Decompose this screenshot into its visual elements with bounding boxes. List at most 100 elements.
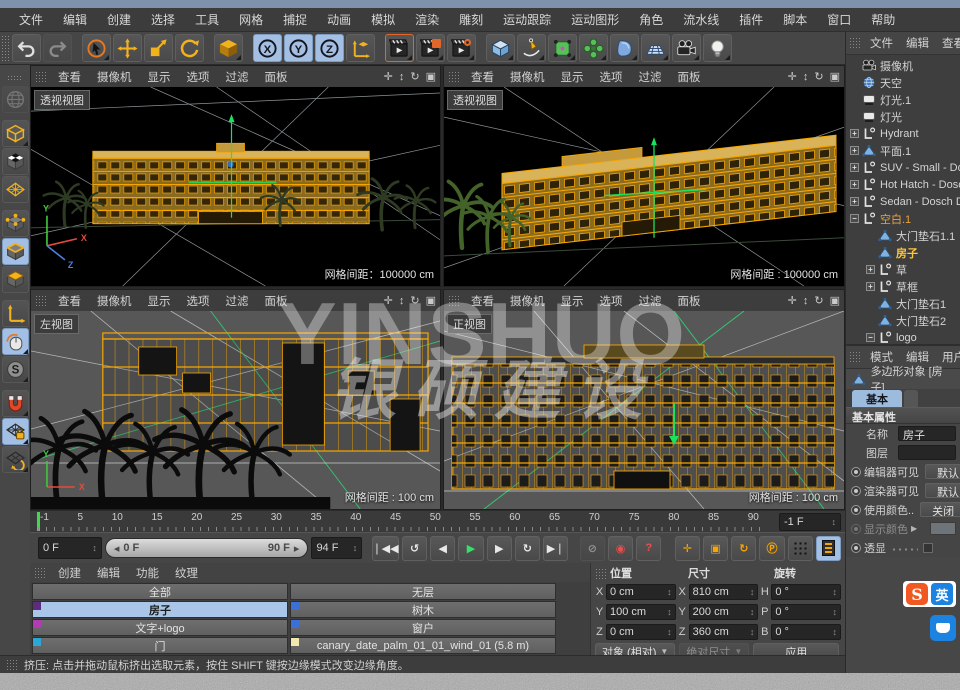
toolbar-grip[interactable] (1, 35, 9, 61)
vp-menu-panel[interactable]: 面板 (258, 67, 295, 87)
om-menu-file[interactable]: 文件 (864, 33, 899, 53)
viewport3-grip[interactable] (35, 295, 47, 307)
vp-pan-icon[interactable]: ✛ (788, 70, 797, 83)
viewport3-canvas[interactable]: 左视图 (31, 311, 440, 509)
expand-arrow-icon[interactable]: ▶ (911, 524, 917, 533)
pos-z-field[interactable]: 0 cm↕ (606, 624, 676, 640)
vp-toggle-icon[interactable]: ▣ (426, 294, 436, 307)
key-rotation-button[interactable]: ↻ (731, 536, 756, 561)
layers-menu-create[interactable]: 创建 (51, 563, 88, 583)
editor-visible-dropdown[interactable]: 默认 (925, 464, 960, 479)
viewport2-grip[interactable] (448, 71, 460, 83)
vp-menu-filter[interactable]: 过滤 (632, 291, 669, 311)
edges-mode-button[interactable] (2, 238, 29, 265)
menu-file[interactable]: 文件 (10, 8, 52, 31)
render-picture-viewer-button[interactable] (416, 34, 445, 62)
expand-icon[interactable]: + (866, 265, 875, 274)
vp-menu-view[interactable]: 查看 (464, 291, 501, 311)
texture-mode-button[interactable] (2, 148, 29, 175)
make-editable-button[interactable] (2, 86, 29, 113)
current-frame-field[interactable]: 0 F↕ (38, 537, 102, 559)
tree-item-null1[interactable]: −空白.1 (846, 210, 960, 227)
tree-item-camera[interactable]: 摄像机 (846, 57, 960, 74)
move-tool-button[interactable] (113, 34, 142, 62)
menu-edit[interactable]: 编辑 (54, 8, 96, 31)
layers-menu-function[interactable]: 功能 (129, 563, 166, 583)
scale-tool-button[interactable] (144, 34, 173, 62)
tree-item-sky[interactable]: 天空 (846, 74, 960, 91)
play-forward-button[interactable]: ▶ (458, 536, 483, 561)
vp-menu-options[interactable]: 选项 (593, 67, 630, 87)
camera-button[interactable] (672, 34, 701, 62)
model-mode-button[interactable] (2, 120, 29, 147)
render-view-button[interactable] (385, 34, 414, 62)
display-color-swatch[interactable] (930, 522, 956, 535)
om-menu-edit[interactable]: 编辑 (900, 33, 935, 53)
vp-menu-view[interactable]: 查看 (51, 67, 88, 87)
vp-menu-options[interactable]: 选项 (180, 291, 217, 311)
vp-menu-filter[interactable]: 过滤 (632, 67, 669, 87)
object-manager-grip[interactable] (849, 37, 861, 49)
viewport4-canvas[interactable]: 正视图 (444, 311, 844, 509)
subdivision-surface-button[interactable] (548, 34, 577, 62)
layer-panel-grip[interactable] (34, 567, 46, 579)
tree-item-gatestone11[interactable]: 大门垫石1.1 (846, 227, 960, 244)
rotate-tool-button[interactable] (175, 34, 204, 62)
layer-cell-text-logo[interactable]: 文字+logo (32, 619, 288, 636)
sogou-logo-icon[interactable]: S (906, 583, 928, 605)
menu-window[interactable]: 窗口 (818, 8, 860, 31)
vp-menu-filter[interactable]: 过滤 (219, 67, 256, 87)
tab-coordinates-cut[interactable] (904, 390, 918, 407)
floor-button[interactable] (641, 34, 670, 62)
vp-menu-camera[interactable]: 摄像机 (90, 291, 139, 311)
tree-item-sedan[interactable]: +Sedan - Dosch Des (846, 193, 960, 210)
viewport-left-ortho[interactable]: 查看 摄像机 显示 选项 过滤 面板 ✛↕↻▣ 左视图 (30, 289, 441, 510)
vp-pan-icon[interactable]: ✛ (384, 70, 393, 83)
vp-toggle-icon[interactable]: ▣ (830, 294, 840, 307)
tab-basic[interactable]: 基本 (852, 390, 902, 407)
light-button[interactable] (703, 34, 732, 62)
sogou-toolbox-icon[interactable] (930, 615, 956, 641)
vp-menu-camera[interactable]: 摄像机 (90, 67, 139, 87)
last-tool-button[interactable] (214, 34, 243, 62)
snap-button[interactable] (2, 390, 29, 417)
collapse-icon[interactable]: − (850, 214, 859, 223)
expand-icon[interactable]: + (850, 197, 859, 206)
live-selection-button[interactable] (82, 34, 111, 62)
menu-simulate[interactable]: 模拟 (362, 8, 404, 31)
vp-menu-options[interactable]: 选项 (180, 67, 217, 87)
menu-select[interactable]: 选择 (142, 8, 184, 31)
layer-cell-house[interactable]: 房子 (32, 601, 288, 618)
menu-script[interactable]: 脚本 (774, 8, 816, 31)
render-visible-radio[interactable] (851, 486, 861, 496)
size-x-field[interactable]: 810 cm↕ (689, 584, 759, 600)
key-scale-button[interactable]: ▣ (703, 536, 728, 561)
om-menu-view[interactable]: 查看 (936, 33, 960, 53)
xray-radio[interactable] (851, 543, 861, 553)
display-color-radio[interactable] (851, 524, 861, 534)
lock-workplane-button[interactable] (2, 418, 29, 445)
use-color-radio[interactable] (851, 505, 861, 515)
pos-x-field[interactable]: 0 cm↕ (606, 584, 676, 600)
soft-selection-button[interactable] (2, 356, 29, 383)
tree-item-plane1[interactable]: +平面.1 (846, 142, 960, 159)
statusbar-grip[interactable] (6, 659, 18, 671)
autokey-button[interactable]: ◉ (608, 536, 633, 561)
ime-language-toggle[interactable]: 英 (931, 583, 953, 605)
step-forward-button[interactable]: ▶ (487, 536, 512, 561)
render-visible-dropdown[interactable]: 默认 (925, 483, 960, 498)
menu-render[interactable]: 渲染 (406, 8, 448, 31)
layer-cell-all[interactable]: 全部 (32, 583, 288, 600)
viewport1-canvas[interactable]: 透视视图 (31, 87, 440, 286)
goto-end-button[interactable]: ▶❘ (543, 536, 568, 561)
viewport-perspective-1[interactable]: 查看 摄像机 显示 选项 过滤 面板 ✛↕↻▣ 透视视图 (30, 65, 441, 287)
menu-plugins[interactable]: 插件 (730, 8, 772, 31)
vp-toggle-icon[interactable]: ▣ (426, 70, 436, 83)
sogou-ime-bar[interactable]: S 英 (903, 581, 956, 607)
tree-item-gatestone2[interactable]: 大门垫石2 (846, 312, 960, 329)
frame-range-slider[interactable]: ◂ 0 F 90 F ▸ (105, 538, 309, 558)
menu-pipeline[interactable]: 流水线 (674, 8, 728, 31)
rot-b-field[interactable]: 0 °↕ (771, 624, 841, 640)
vp-menu-camera[interactable]: 摄像机 (503, 291, 552, 311)
vp-zoom-icon[interactable]: ↕ (399, 71, 405, 83)
